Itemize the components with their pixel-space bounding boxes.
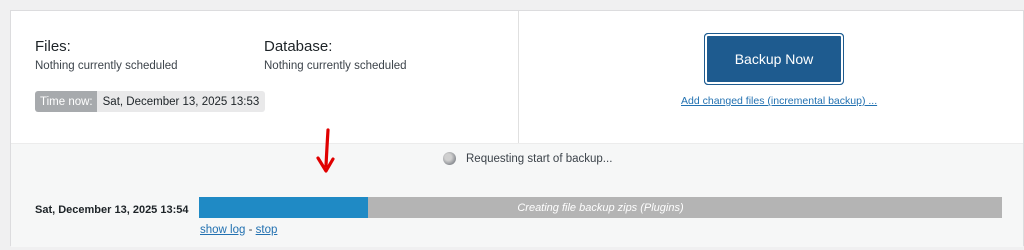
files-title: Files: — [35, 38, 71, 55]
vertical-divider — [518, 11, 519, 143]
database-status: Nothing currently scheduled — [264, 60, 407, 72]
time-now-badge: Time now: Sat, December 13, 2025 13:53 — [35, 91, 266, 112]
stop-link[interactable]: stop — [256, 224, 278, 236]
job-links: show log - stop — [200, 224, 277, 236]
backup-panel: Files: Nothing currently scheduled Datab… — [10, 10, 1024, 247]
backup-progress-bar: Creating file backup zips (Plugins) — [199, 197, 1002, 218]
job-date: Sat, December 13, 2025 13:54 — [35, 204, 189, 216]
active-job-section: Requesting start of backup... Sat, Decem… — [11, 143, 1023, 247]
progress-text: Creating file backup zips (Plugins) — [517, 201, 684, 214]
job-status: Requesting start of backup... — [443, 152, 612, 165]
job-status-text: Requesting start of backup... — [466, 152, 613, 165]
incremental-backup-link[interactable]: Add changed files (incremental backup) .… — [681, 95, 877, 107]
time-now-value: Sat, December 13, 2025 13:53 — [96, 91, 266, 112]
link-separator: - — [245, 224, 256, 236]
files-status: Nothing currently scheduled — [35, 60, 178, 72]
show-log-link[interactable]: show log — [200, 224, 245, 236]
schedule-section: Files: Nothing currently scheduled Datab… — [11, 11, 1023, 143]
spinner-icon — [443, 152, 456, 165]
red-arrow-annotation-icon — [316, 128, 335, 173]
database-title: Database: — [264, 38, 333, 55]
time-now-label: Time now: — [35, 91, 97, 112]
backup-now-button[interactable]: Backup Now — [704, 33, 844, 85]
